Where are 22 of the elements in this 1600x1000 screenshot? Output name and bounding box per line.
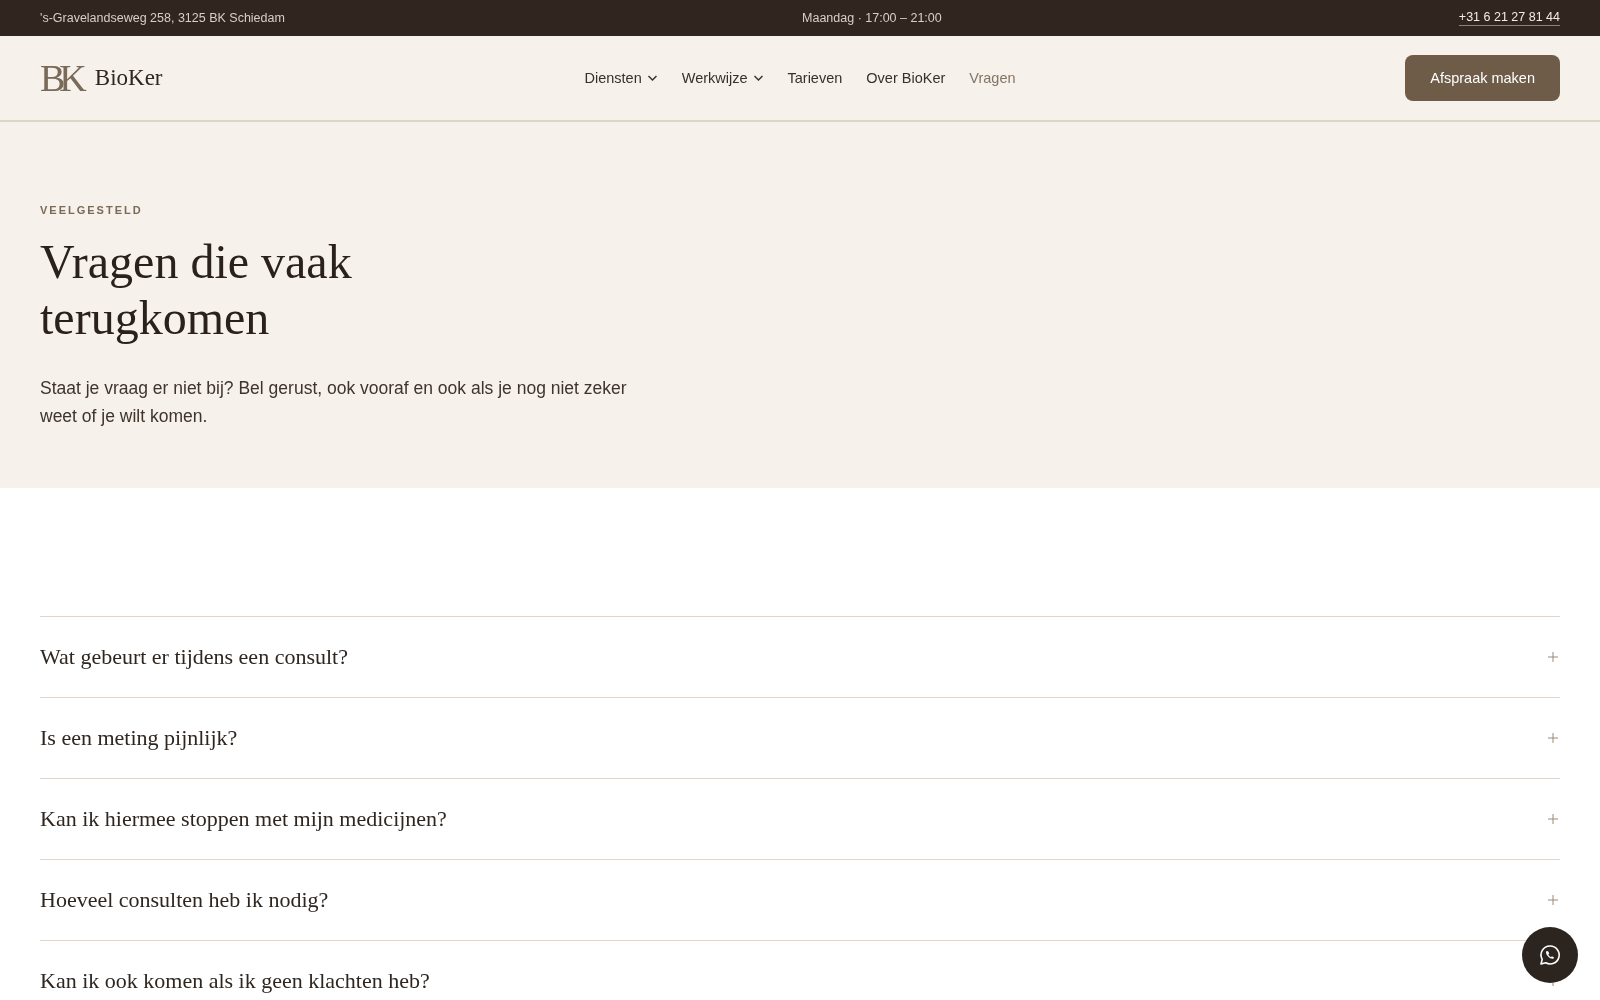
appointment-button[interactable]: Afspraak maken [1405,55,1560,101]
nav-link[interactable]: Diensten [584,70,658,86]
nav-link[interactable]: Over BioKer [866,70,946,86]
chevron-down-icon [647,75,658,81]
phone-link[interactable]: +31 6 21 27 81 44 [1458,10,1560,26]
faq-question[interactable]: Kan ik ook komen als ik geen klachten heb? [40,968,430,994]
nav-link[interactable]: Vragen [969,70,1016,86]
intro-text: Staat je vraag er niet bij? Bel gerust, ook vooraf en ook als je nog niet zeker weet of je wilt komen. [40,377,628,428]
nav-link[interactable]: Tarieven [787,70,843,86]
nav-link[interactable]: Werkwijze [681,70,764,86]
opening-hours: Maandag · 17:00 – 21:00 [802,11,942,25]
faq-question[interactable]: Hoeveel consulten heb ik nodig? [40,887,329,913]
faq-question[interactable]: Is een meting pijnlijk? [40,725,238,751]
page-heading: Vragen die vaak terugkomen [40,234,353,346]
chevron-down-icon [753,75,764,81]
logo-link[interactable]: BK BioKer [40,56,163,100]
section-eyebrow: VEELGESTELD [40,204,144,216]
faq-question[interactable]: Kan ik hiermee stoppen met mijn medicijnen? [40,806,447,832]
whatsapp-button[interactable] [1522,927,1578,983]
chat-phone-icon [1538,943,1562,967]
address-text: 's-Gravelandseweg 258, 3125 BK Schiedam [40,11,285,25]
faq-question[interactable]: Wat gebeurt er tijdens een consult? [40,644,348,670]
